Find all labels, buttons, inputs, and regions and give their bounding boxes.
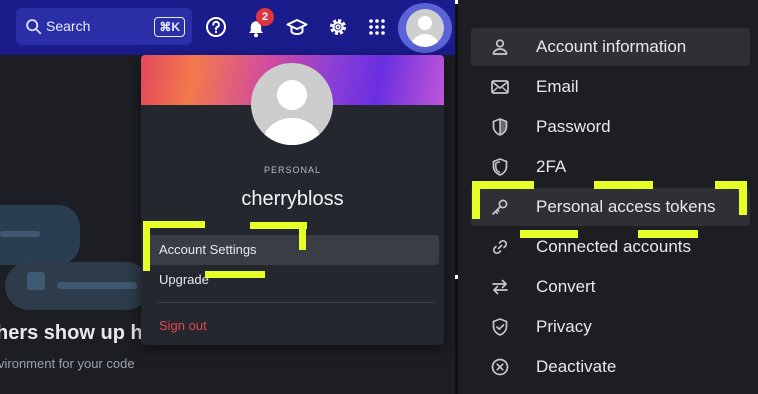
sign-out-link[interactable]: Sign out (159, 318, 207, 333)
highlight-mark (205, 271, 265, 278)
menu-item-label: Privacy (536, 317, 592, 336)
user-avatar-button[interactable] (398, 3, 452, 53)
highlight-mark (472, 181, 480, 219)
upgrade-menu-item[interactable]: Upgrade (146, 265, 439, 295)
menu-item-privacy[interactable]: Privacy (471, 308, 750, 346)
menu-item-label: Password (536, 117, 611, 136)
highlight-mark (472, 181, 534, 189)
apps-grid-icon[interactable] (366, 16, 388, 38)
highlight-mark (739, 181, 747, 215)
highlight-mark (638, 230, 698, 238)
highlight-mark (299, 222, 306, 250)
background-subtext: vironment for your code (0, 356, 135, 371)
menu-item-password[interactable]: Password (471, 108, 750, 146)
search-shortcut: ⌘K (154, 17, 185, 37)
menu-item-account-information[interactable]: Account information (471, 28, 750, 66)
gear-icon[interactable] (327, 16, 349, 38)
search-icon (26, 19, 42, 35)
mail-icon (491, 80, 509, 94)
menu-item-connected-accounts[interactable]: Connected accounts (471, 228, 750, 266)
account-type-label: PERSONAL (263, 165, 322, 175)
link-icon (492, 239, 508, 255)
profile-avatar (251, 63, 333, 145)
menu-item-label: Account information (536, 37, 687, 56)
menu-item-label: Deactivate (536, 357, 617, 376)
app-window: Search ⌘K 2 hers show up her vironment f… (0, 0, 455, 394)
help-icon[interactable] (205, 16, 227, 38)
background-heading: hers show up her (0, 322, 162, 344)
menu-item-label: Connected accounts (536, 237, 691, 256)
username: cherrybloss (241, 188, 344, 210)
cube-icon (27, 272, 45, 290)
key-icon (492, 199, 508, 215)
menu-item-email[interactable]: Email (471, 68, 750, 106)
menu-item-label: 2FA (536, 157, 567, 176)
shield-outline-icon (492, 158, 508, 176)
background-illustration-card (5, 262, 150, 310)
person-icon (492, 39, 508, 55)
account-settings-menu-item[interactable]: Account Settings (146, 235, 439, 265)
highlight-mark (594, 181, 653, 189)
settings-sidebar: Account information Email Password 2FA P… (458, 0, 758, 394)
search-label: Search (46, 18, 91, 34)
highlight-mark (145, 221, 205, 228)
menu-item-personal-access-tokens[interactable]: Personal access tokens (471, 188, 750, 226)
menu-item-label: Email (536, 77, 579, 96)
x-circle-icon (491, 358, 509, 376)
avatar-icon (406, 9, 444, 47)
highlight-mark (143, 221, 150, 271)
divider (157, 302, 435, 303)
notification-badge: 2 (256, 8, 274, 26)
shield-icon (492, 118, 508, 136)
menu-item-label: Convert (536, 277, 596, 296)
background-illustration-card (0, 205, 80, 265)
menu-item-label: Personal access tokens (536, 197, 716, 216)
top-navigation-bar: Search ⌘K 2 (0, 0, 455, 55)
profile-dropdown-menu: PERSONAL cherrybloss Account Settings Up… (141, 55, 444, 345)
graduation-cap-icon[interactable] (286, 16, 308, 38)
shield-check-icon (492, 318, 508, 336)
highlight-mark (520, 230, 578, 238)
search-button[interactable]: Search ⌘K (16, 8, 192, 45)
menu-item-deactivate[interactable]: Deactivate (471, 348, 750, 386)
swap-arrows-icon (492, 279, 508, 295)
menu-item-convert[interactable]: Convert (471, 268, 750, 306)
